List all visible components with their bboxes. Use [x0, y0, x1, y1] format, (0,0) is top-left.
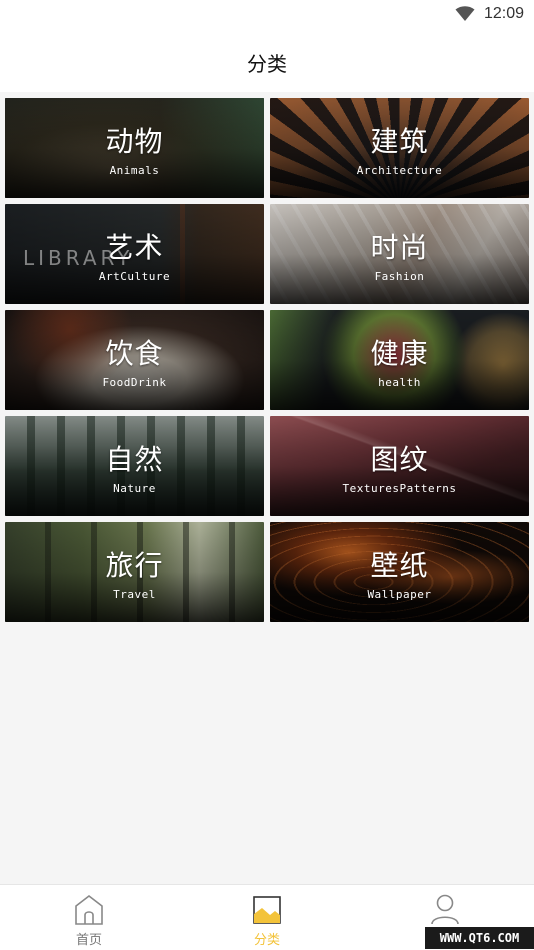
category-title: 自然: [105, 443, 164, 476]
category-title: 艺术: [105, 231, 164, 264]
status-bar: 12:09: [0, 0, 534, 28]
category-title: 旅行: [105, 549, 164, 582]
category-subtitle: FoodDrink: [102, 376, 167, 389]
nav-home[interactable]: 首页: [29, 885, 149, 950]
category-title: 健康: [370, 337, 429, 370]
profile-icon: [431, 894, 459, 925]
category-tile-health[interactable]: 健康 health: [270, 310, 529, 410]
nav-category-label: 分类: [253, 933, 280, 948]
category-subtitle: TexturesPatterns: [342, 482, 457, 495]
category-title: 饮食: [105, 337, 164, 370]
title-bar: 分类: [0, 28, 534, 92]
category-tile-travel[interactable]: 旅行 Travel: [5, 522, 264, 622]
category-tile-fooddrink[interactable]: 饮食 FoodDrink: [5, 310, 264, 410]
site-watermark: WWW.QT6.COM: [425, 927, 534, 949]
category-title: 壁纸: [370, 549, 429, 582]
category-tile-texturespatterns[interactable]: 图纹 TexturesPatterns: [270, 416, 529, 516]
category-tile-architecture[interactable]: 建筑 Architecture: [270, 98, 529, 198]
category-subtitle: Fashion: [374, 270, 425, 283]
category-subtitle: Nature: [113, 482, 156, 495]
nav-home-label: 首页: [75, 933, 102, 948]
category-subtitle: Wallpaper: [367, 588, 432, 601]
category-subtitle: Architecture: [356, 164, 443, 177]
category-subtitle: health: [378, 376, 421, 389]
category-tile-wallpaper[interactable]: 壁纸 Wallpaper: [270, 522, 529, 622]
nav-category[interactable]: 分类: [207, 885, 327, 950]
category-subtitle: Travel: [113, 588, 156, 601]
category-subtitle: ArtCulture: [98, 270, 171, 283]
category-tile-animals[interactable]: 动物 Animals: [5, 98, 264, 198]
category-tile-nature[interactable]: 自然 Nature: [5, 416, 264, 516]
category-title: 建筑: [370, 125, 429, 158]
page-title: 分类: [247, 52, 287, 76]
category-title: 动物: [105, 125, 164, 158]
category-title: 图纹: [370, 443, 429, 476]
category-tile-fashion[interactable]: 时尚 Fashion: [270, 204, 529, 304]
category-title: 时尚: [370, 231, 429, 264]
home-icon: [75, 894, 103, 925]
status-time: 12:09: [484, 5, 525, 22]
category-image-icon: [253, 896, 281, 924]
category-tile-artculture[interactable]: LIBRARY 艺术 ArtCulture: [5, 204, 264, 304]
category-subtitle: Animals: [109, 164, 160, 177]
wifi-icon: [455, 6, 475, 21]
